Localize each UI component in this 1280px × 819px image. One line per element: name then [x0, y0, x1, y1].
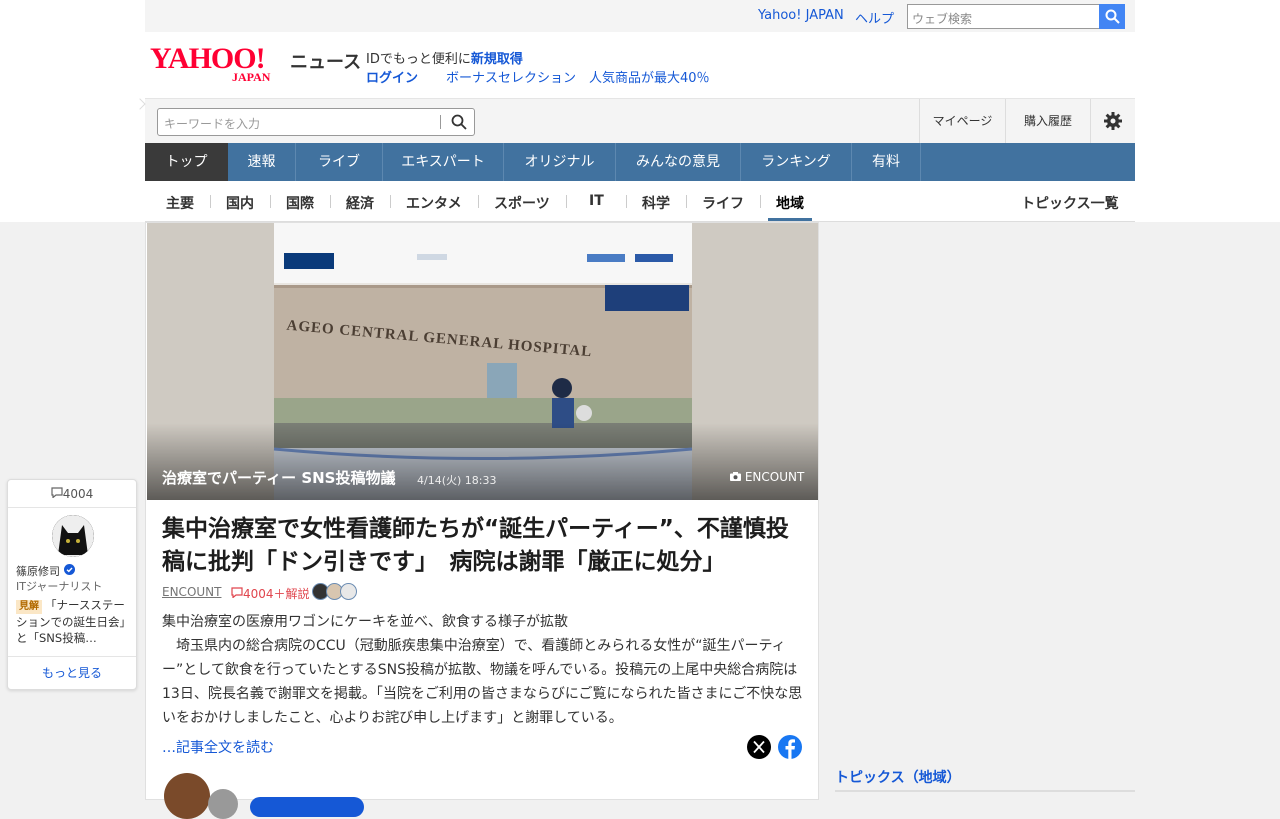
topics-list-link[interactable]: トピックス一覧: [1021, 193, 1119, 213]
expert-comment-card[interactable]: 4004 篠原修司 ITジャーナリスト 見解 「ナースステーションでの誕生日会」と…: [7, 479, 137, 690]
login-link[interactable]: ログイン: [366, 67, 418, 86]
help-link[interactable]: ヘルプ: [855, 8, 894, 27]
subnav-divider: [330, 195, 331, 208]
id-promo-text: IDでもっと便利に: [366, 52, 471, 67]
purchase-history-link[interactable]: 購入履歴: [1005, 99, 1090, 144]
comments-count: 4004＋解説: [243, 587, 310, 601]
subnav-science[interactable]: 科学: [642, 193, 670, 213]
subnav-divider: [390, 195, 391, 208]
comment-icon: [231, 587, 243, 599]
settings-button[interactable]: [1090, 99, 1135, 144]
expert-comment-text[interactable]: 見解 「ナースステーションでの誕生日会」と「SNS投稿…: [16, 597, 130, 646]
search-icon[interactable]: [451, 114, 467, 130]
avatar: [340, 583, 357, 600]
search-icon: [1105, 9, 1120, 24]
keyword-search-input[interactable]: キーワードを入力: [157, 108, 475, 136]
subnav-economy[interactable]: 経済: [346, 193, 374, 213]
hero-image[interactable]: AGEO CENTRAL GENERAL HOSPITAL 治療室でパーティー …: [147, 223, 818, 500]
camera-icon: [730, 472, 741, 481]
local-topics-heading[interactable]: トピックス（地域）: [835, 767, 961, 787]
hero-source: ENCOUNT: [730, 470, 804, 484]
subnav-divider: [626, 195, 627, 208]
mypage-link[interactable]: マイページ: [919, 99, 1005, 144]
subnav-divider: [270, 195, 271, 208]
subnav-entertainment[interactable]: エンタメ: [406, 193, 462, 213]
hero-date: 4/14(火) 18:33: [417, 474, 497, 487]
black-cat-image: [52, 515, 94, 557]
nav-original[interactable]: オリジナル: [504, 143, 616, 181]
comment-count[interactable]: 4004: [8, 480, 136, 508]
see-more-link[interactable]: もっと見る: [8, 656, 136, 690]
expert-title: ITジャーナリスト: [16, 580, 103, 593]
subnav-domestic[interactable]: 国内: [226, 193, 254, 213]
topics-divider: [835, 790, 1135, 792]
nav-ranking[interactable]: ランキング: [741, 143, 852, 181]
subnav-international[interactable]: 国際: [286, 193, 314, 213]
signup-link[interactable]: 新規取得: [471, 52, 523, 67]
expert-avatars[interactable]: [312, 583, 362, 601]
keyword-placeholder: キーワードを入力: [164, 117, 261, 131]
subnav-it[interactable]: IT: [589, 193, 604, 209]
facebook-icon: [785, 739, 795, 759]
subnav-divider: [478, 195, 479, 208]
subnav-life[interactable]: ライフ: [702, 193, 744, 213]
article-card: AGEO CENTRAL GENERAL HOSPITAL 治療室でパーティー …: [145, 222, 819, 819]
read-more-link[interactable]: …記事全文を読む: [162, 737, 274, 757]
article-lead: 集中治療室の医療用ワゴンにケーキを並べ、飲食する様子が拡散: [162, 614, 568, 630]
expert-name-text: 篠原修司: [16, 565, 60, 578]
subnav-divider: [566, 195, 567, 208]
logo-subtext: JAPAN: [232, 70, 271, 84]
web-search-placeholder: ウェブ検索: [912, 12, 973, 26]
hero-source-text: ENCOUNT: [744, 470, 805, 484]
yahoo-japan-link[interactable]: Yahoo! JAPAN: [758, 8, 844, 23]
nav-opinions[interactable]: みんなの意見: [616, 143, 741, 181]
subnav-local[interactable]: 地域: [776, 193, 804, 213]
x-icon: [753, 740, 765, 754]
subnav-divider: [760, 195, 761, 208]
comment-icon: [51, 487, 63, 499]
avatar: [164, 773, 210, 819]
sub-nav: 主要 国内 国際 経済 エンタメ スポーツ IT 科学 ライフ 地域 トピックス…: [145, 181, 1135, 222]
comments-link[interactable]: 4004＋解説: [231, 585, 310, 602]
subnav-sports[interactable]: スポーツ: [494, 193, 550, 213]
id-promo: IDでもっと便利に新規取得: [366, 48, 523, 67]
nav-top[interactable]: トップ: [145, 143, 228, 181]
action-pill-button[interactable]: [250, 797, 364, 817]
nav-expert[interactable]: エキスパート: [383, 143, 504, 181]
yahoo-japan-logo[interactable]: YAHOO! JAPAN: [150, 44, 290, 84]
subnav-divider: [210, 195, 211, 208]
avatar: [208, 789, 238, 819]
article-summary: 埼玉県内の総合病院のCCU（冠動脈疾患集中治療室）で、看護師とみられる女性が“誕…: [162, 638, 803, 726]
bonus-promo-link[interactable]: ボーナスセレクション 人気商品が最大40％: [446, 67, 710, 86]
subnav-divider: [686, 195, 687, 208]
article-headline[interactable]: 集中治療室で女性看護師たちが“誕生パーティー”、不謹慎投稿に批判「ドン引きです」…: [162, 513, 807, 579]
verified-icon: [63, 564, 75, 575]
gear-icon: [1104, 112, 1122, 130]
opinion-badge: 見解: [16, 600, 42, 614]
input-divider: [440, 115, 441, 129]
comment-count-value: 4004: [62, 487, 94, 501]
article-source[interactable]: ENCOUNT: [162, 585, 221, 599]
web-search-button[interactable]: [1099, 4, 1125, 29]
web-search-input[interactable]: ウェブ検索: [907, 4, 1100, 29]
hero-caption: 治療室でパーティー SNS投稿物議: [162, 469, 396, 487]
search-row: キーワードを入力 マイページ 購入履歴: [145, 98, 1135, 144]
nav-live[interactable]: ライブ: [296, 143, 383, 181]
nav-paid[interactable]: 有料: [852, 143, 921, 181]
main-nav: トップ 速報 ライブ エキスパート オリジナル みんなの意見 ランキング 有料: [145, 143, 1135, 181]
expert-name[interactable]: 篠原修司: [16, 563, 75, 579]
share-x-button[interactable]: [747, 735, 771, 759]
hero-overlay: [147, 423, 818, 500]
subnav-active-indicator: [768, 218, 812, 221]
share-facebook-button[interactable]: [778, 735, 802, 759]
subnav-main[interactable]: 主要: [166, 193, 194, 213]
expert-avatar[interactable]: [52, 515, 94, 557]
nav-breaking[interactable]: 速報: [228, 143, 296, 181]
news-service-name[interactable]: ニュース: [290, 48, 361, 74]
